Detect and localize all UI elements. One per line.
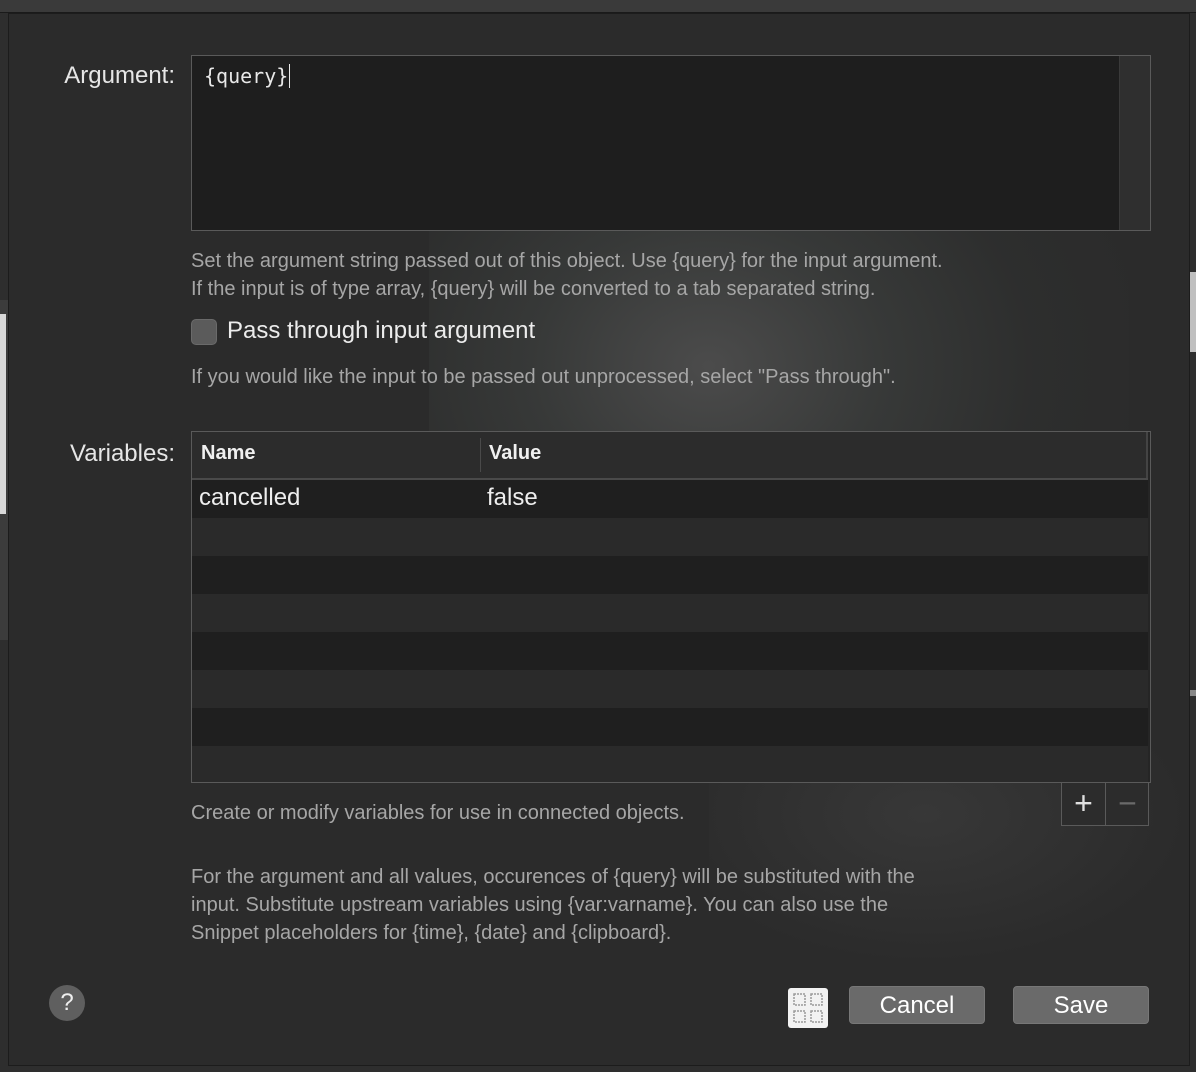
pass-through-label[interactable]: Pass through input argument — [227, 317, 535, 345]
variable-value-cell[interactable]: false — [487, 484, 538, 512]
window-top-edge — [0, 0, 1196, 13]
plus-icon[interactable]: + — [1062, 783, 1106, 825]
variables-help: Create or modify variables for use in co… — [191, 802, 685, 824]
grid-icon — [793, 993, 823, 1023]
pass-through-checkbox[interactable] — [191, 319, 217, 345]
footer-note-line3: Snippet placeholders for {time}, {date} … — [191, 922, 672, 944]
pass-through-help: If you would like the input to be passed… — [191, 366, 896, 388]
column-header-value[interactable]: Value — [489, 442, 541, 465]
argument-textarea[interactable]: {query} — [191, 55, 1151, 231]
table-row-empty — [192, 670, 1148, 708]
cancel-button[interactable]: Cancel — [849, 986, 985, 1024]
argument-label: Argument: — [64, 62, 175, 89]
table-row-empty — [192, 708, 1148, 746]
argument-variables-sheet: Argument: {query} Set the argument strin… — [8, 13, 1190, 1066]
table-row-empty — [192, 632, 1148, 670]
variables-label: Variables: — [70, 440, 175, 467]
footer-note-line2: input. Substitute upstream variables usi… — [191, 894, 889, 916]
column-header-name[interactable]: Name — [201, 442, 255, 465]
save-button[interactable]: Save — [1013, 986, 1149, 1024]
grid-button[interactable] — [788, 988, 828, 1028]
help-button[interactable]: ? — [49, 985, 85, 1021]
table-row-empty — [192, 556, 1148, 594]
table-row-empty — [192, 746, 1148, 782]
table-header: Name Value — [192, 432, 1148, 480]
background-window-bar — [0, 314, 6, 514]
table-row-empty — [192, 518, 1148, 556]
background-window-right-mark — [1190, 690, 1196, 696]
table-row[interactable]: cancelled false — [192, 480, 1148, 518]
argument-scrollbar[interactable] — [1119, 56, 1150, 230]
add-remove-control: + − — [1061, 782, 1149, 826]
footer-note-line1: For the argument and all values, occuren… — [191, 866, 915, 888]
minus-icon[interactable]: − — [1106, 783, 1149, 825]
argument-value[interactable]: {query} — [204, 64, 291, 88]
background-window-edge — [0, 300, 8, 640]
table-row-empty — [192, 594, 1148, 632]
variable-name-cell[interactable]: cancelled — [199, 484, 300, 512]
background-window-right-edge — [1190, 272, 1196, 352]
argument-help-line1: Set the argument string passed out of th… — [191, 250, 943, 272]
variables-table[interactable]: Name Value cancelled false — [191, 431, 1151, 783]
argument-help-line2: If the input is of type array, {query} w… — [191, 278, 876, 300]
text-caret — [289, 64, 291, 88]
question-mark-icon: ? — [60, 989, 74, 1016]
